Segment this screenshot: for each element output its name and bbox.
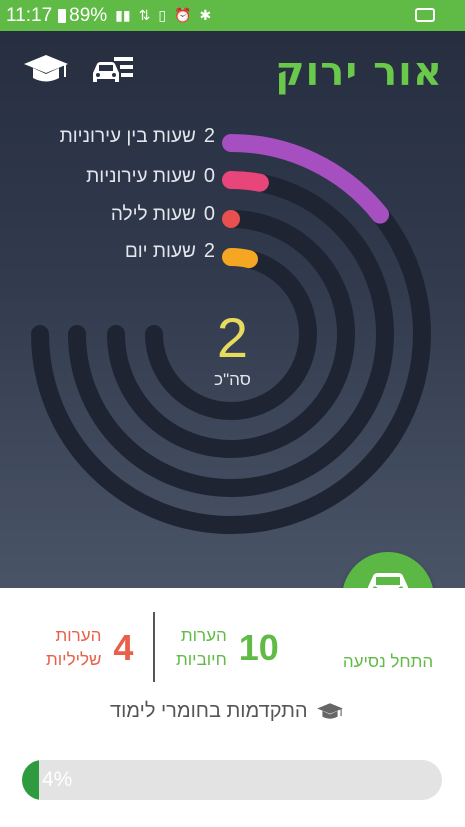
legend-day-value: 2 xyxy=(203,240,215,262)
study-progress-title: התקדמות בחומרי לימוד xyxy=(110,700,395,723)
legend-urban: 0 שעות עירוניות xyxy=(86,165,215,188)
ring-value-3 xyxy=(222,248,258,269)
start-drive-label[interactable]: התחל נסיעה xyxy=(333,652,443,672)
negative-remarks[interactable]: 4 הערות שליליות xyxy=(46,624,133,672)
bottom-panel: התחל נסיעה 10 הערות חיוביות 4 הערות שליל… xyxy=(0,588,465,827)
battery-icon xyxy=(58,8,67,23)
bluetooth-icon: ✱ xyxy=(199,7,212,24)
legend-day-label: שעות יום xyxy=(124,240,196,262)
negative-remarks-label: הערות שליליות xyxy=(46,624,101,672)
legend-day: 2 שעות יום xyxy=(125,240,215,263)
data-icon: ⇅ xyxy=(138,7,151,24)
car-list-icon[interactable] xyxy=(90,55,134,91)
negative-remarks-value: 4 xyxy=(113,627,134,668)
graduation-cap-icon[interactable] xyxy=(22,53,70,91)
ring-value-2 xyxy=(222,210,240,228)
study-progress-percent: 4% xyxy=(42,768,73,791)
study-progress-bar[interactable]: 4% xyxy=(22,760,442,800)
negative-remarks-label-line2: שליליות xyxy=(46,650,102,669)
positive-remarks-label: הערות חיוביות xyxy=(176,624,227,672)
voicemail-icon xyxy=(415,8,435,22)
battery-percent: 89% xyxy=(69,4,108,26)
battery-indicator: 89% xyxy=(58,5,107,27)
negative-remarks-label-line1: הערות xyxy=(55,626,102,645)
graduation-cap-icon xyxy=(316,702,343,719)
positive-remarks-value: 10 xyxy=(238,627,279,668)
legend-intercity-value: 2 xyxy=(203,125,215,147)
legend-night-label: שעות לילה xyxy=(110,203,196,225)
total-hours-label: סה"כ xyxy=(214,370,251,389)
legend-urban-label: שעות עירוניות xyxy=(86,165,196,187)
ring-value-1 xyxy=(222,171,269,192)
remarks-divider xyxy=(153,612,155,682)
positive-remarks-label-line2: חיוביות xyxy=(176,650,227,669)
status-icons: ▮▮ ⇅ ▯ ⏰ ✱ xyxy=(115,8,211,24)
alarm-icon: ⏰ xyxy=(174,7,192,24)
positive-remarks-label-line1: הערות xyxy=(180,626,227,645)
hours-dashboard: אור ירוק 2 שעות בין עירוניות 0 שעות עירו… xyxy=(0,31,465,588)
app-logo: אור ירוק xyxy=(275,49,443,95)
study-progress-title-text: התקדמות בחומרי לימוד xyxy=(110,700,308,722)
legend-urban-value: 0 xyxy=(203,165,215,187)
signal-icon: ▮▮ xyxy=(115,7,131,24)
legend-intercity-label: שעות בין עירוניות xyxy=(59,125,196,147)
study-progress-fill xyxy=(22,760,39,800)
legend-night: 0 שעות לילה xyxy=(111,203,215,226)
legend-intercity: 2 שעות בין עירוניות xyxy=(60,125,215,148)
status-bar: 11:17 89% ▮▮ ⇅ ▯ ⏰ ✱ xyxy=(0,0,465,31)
vibrate-icon: ▯ xyxy=(158,7,167,24)
total-hours-value: 2 xyxy=(216,306,249,369)
positive-remarks[interactable]: 10 הערות חיוביות xyxy=(176,624,279,672)
status-time: 11:17 xyxy=(6,4,53,26)
legend-night-value: 0 xyxy=(203,203,215,225)
